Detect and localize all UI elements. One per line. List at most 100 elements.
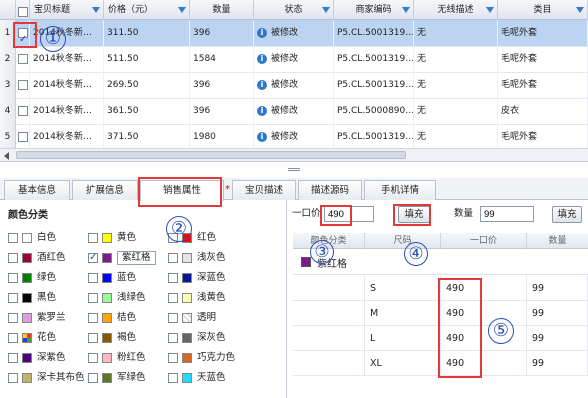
color-checkbox[interactable] (88, 353, 98, 363)
row-checkbox[interactable] (18, 131, 28, 142)
cell-code[interactable]: P5.CL.5001319… (334, 20, 414, 47)
color-option[interactable]: 桔色 (88, 311, 136, 325)
color-option[interactable]: 深卡其布色 (8, 371, 85, 385)
cell-qty[interactable]: 396 (190, 72, 254, 99)
color-option[interactable]: 褐色 (88, 331, 136, 345)
color-checkbox[interactable] (168, 253, 178, 263)
col-title[interactable]: 宝贝标题 (30, 0, 104, 20)
color-option[interactable]: 浅绿色 (88, 291, 146, 305)
filter-icon[interactable] (486, 7, 494, 13)
color-option[interactable]: 白色 (8, 231, 56, 245)
color-option[interactable]: 浅灰色 (168, 251, 226, 265)
row-checkbox[interactable] (18, 105, 28, 116)
fill-qty-button[interactable]: 填充 (552, 206, 582, 223)
col-price[interactable]: 价格（元） (104, 0, 190, 20)
cell-category[interactable]: 皮衣 (498, 98, 588, 125)
cell-wireless[interactable]: 无 (414, 72, 498, 99)
cell-title[interactable]: 2014秋冬新… (30, 72, 104, 99)
color-checkbox[interactable] (8, 353, 18, 363)
color-checkbox[interactable] (168, 313, 178, 323)
cell-status[interactable]: i 被修改 (254, 46, 334, 73)
cell-wireless[interactable]: 无 (414, 20, 498, 47)
row-select-cell[interactable] (16, 124, 30, 151)
scroll-left-icon[interactable] (4, 152, 9, 160)
color-option[interactable]: 蓝色 (88, 271, 136, 285)
color-checkbox[interactable] (8, 373, 18, 383)
col-category[interactable]: 类目 (498, 0, 588, 20)
tab-mobile-details[interactable]: 手机详情 (364, 180, 436, 200)
cell-qty[interactable]: 1980 (190, 124, 254, 151)
sku-cell-qty[interactable]: 99 (527, 301, 588, 326)
color-checkbox[interactable] (8, 273, 18, 283)
color-option[interactable]: 粉红色 (88, 351, 146, 365)
cell-wireless[interactable]: 无 (414, 124, 498, 151)
cell-price[interactable]: 361.50 (104, 98, 190, 125)
table-row[interactable]: 2 2014秋冬新… 511.50 1584 i 被修改 P5.CL.5001319… 无毛呢… (0, 46, 588, 73)
cell-status[interactable]: i 被修改 (254, 98, 334, 125)
cell-price[interactable]: 511.50 (104, 46, 190, 73)
col-qty[interactable]: 数量 (190, 0, 254, 20)
color-option[interactable]: 黄色 (88, 231, 136, 245)
color-option[interactable]: 深紫色 (8, 351, 66, 365)
select-all-checkbox[interactable] (18, 6, 28, 17)
cell-code[interactable]: P5.CL.5000890… (334, 98, 414, 125)
row-select-cell[interactable] (16, 72, 30, 99)
splitter-handle[interactable] (288, 168, 300, 171)
color-option[interactable]: 深灰色 (168, 331, 226, 345)
table-row[interactable]: 3 2014秋冬新… 269.50 396 i 被修改 P5.CL.5001319… 无毛呢外… (0, 72, 588, 99)
tab-basic-info[interactable]: 基本信息 (4, 180, 70, 200)
cell-category[interactable]: 毛呢外套 (498, 20, 588, 47)
row-select-cell[interactable] (16, 98, 30, 125)
color-option[interactable]: 紫红格 (88, 251, 156, 265)
color-checkbox[interactable] (88, 333, 98, 343)
tab-description-source[interactable]: 描述源码 (298, 180, 362, 200)
col-status[interactable]: 状态 (254, 0, 334, 20)
color-checkbox[interactable] (168, 333, 178, 343)
table-row[interactable]: 4 2014秋冬新… 361.50 396 i 被修改 P5.CL.5000890… 无皮衣 (0, 98, 588, 125)
cell-status[interactable]: i 被修改 (254, 124, 334, 151)
filter-icon[interactable] (402, 7, 410, 13)
color-option[interactable]: 浅黄色 (168, 291, 226, 305)
color-checkbox[interactable] (8, 313, 18, 323)
filter-icon[interactable] (322, 7, 330, 13)
color-option[interactable]: 军绿色 (88, 371, 146, 385)
cell-wireless[interactable]: 无 (414, 46, 498, 73)
color-option[interactable]: 花色 (8, 331, 56, 345)
cell-code[interactable]: P5.CL.5001319… (334, 46, 414, 73)
qty-input[interactable] (480, 206, 534, 222)
cell-title[interactable]: 2014秋冬新… (30, 124, 104, 151)
cell-code[interactable]: P5.CL.5001319… (334, 72, 414, 99)
color-option[interactable]: 深蓝色 (168, 271, 226, 285)
color-checkbox[interactable] (168, 373, 178, 383)
color-checkbox[interactable] (8, 333, 18, 343)
color-checkbox[interactable] (168, 353, 178, 363)
color-checkbox[interactable] (8, 253, 18, 263)
cell-category[interactable]: 毛呢外套 (498, 72, 588, 99)
cell-qty[interactable]: 1584 (190, 46, 254, 73)
cell-status[interactable]: i 被修改 (254, 72, 334, 99)
cell-wireless[interactable]: 无 (414, 98, 498, 125)
filter-icon[interactable] (576, 7, 584, 13)
cell-category[interactable]: 毛呢外套 (498, 46, 588, 73)
color-checkbox[interactable] (88, 273, 98, 283)
table-row[interactable]: 12014秋冬新…311.50396i被修改P5.CL.5001319…无毛呢外… (0, 20, 588, 47)
tab-description[interactable]: 宝贝描述 (232, 180, 296, 200)
color-option[interactable]: 酒红色 (8, 251, 66, 265)
row-checkbox[interactable] (18, 53, 28, 64)
horizontal-scrollbar[interactable] (0, 148, 588, 161)
cell-qty[interactable]: 396 (190, 20, 254, 47)
color-checkbox[interactable] (88, 293, 98, 303)
color-option[interactable]: 巧克力色 (168, 351, 235, 365)
cell-title[interactable]: 2014秋冬新… (30, 98, 104, 125)
row-checkbox[interactable] (18, 79, 28, 90)
sku-cell-qty[interactable]: 99 (527, 326, 588, 351)
color-checkbox[interactable] (88, 233, 98, 243)
color-option[interactable]: 天蓝色 (168, 371, 226, 385)
tab-extended-info[interactable]: 扩展信息 (72, 180, 138, 200)
cell-price[interactable]: 269.50 (104, 72, 190, 99)
color-option[interactable]: 黑色 (8, 291, 56, 305)
table-row[interactable]: 5 2014秋冬新… 371.50 1980 i 被修改 P5.CL.5001319… 无毛呢… (0, 124, 588, 151)
color-checkbox[interactable] (88, 251, 98, 265)
cell-code[interactable]: P5.CL.5001319… (334, 124, 414, 151)
cell-qty[interactable]: 396 (190, 98, 254, 125)
